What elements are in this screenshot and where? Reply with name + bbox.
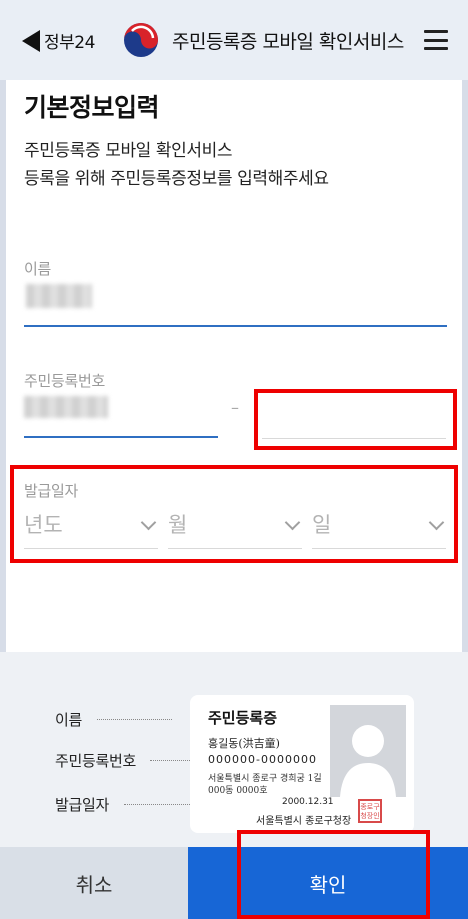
example-label-name: 이름: [55, 711, 83, 729]
card-issue-date: 2000.12.31: [282, 797, 334, 807]
menu-bar: [424, 38, 448, 42]
card-issuer: 서울특별시 종로구청장: [256, 816, 352, 827]
top-bar: 정부24 주민등록증 모바일 확인서비스: [0, 0, 468, 80]
back-arrow-icon: [22, 29, 40, 52]
hamburger-menu-icon[interactable]: [424, 30, 448, 50]
app-title: 주민등록증 모바일 확인서비스: [172, 31, 404, 53]
id-card-sample: 주민등록증 홍길동(洪吉童) 000000-0000000 서울특별시 종로구 …: [190, 695, 414, 833]
rrn-front-value-masked: [24, 396, 108, 418]
cancel-button[interactable]: 취소: [0, 847, 188, 919]
card-address-line-2: 000동 0000호: [208, 786, 268, 796]
card-title: 주민등록증: [208, 709, 278, 727]
card-name: 홍길동(洪吉童): [208, 737, 280, 750]
highlight-rrn-back: [254, 389, 457, 450]
description-line-1: 주민등록증 모바일 확인서비스: [24, 141, 233, 161]
seal-text: 종로구 청장인: [360, 803, 380, 820]
name-field[interactable]: [24, 325, 447, 327]
example-label-rrn: 주민등록번호: [55, 752, 137, 770]
highlight-issue-date: [10, 465, 458, 563]
rrn-front-field[interactable]: [24, 436, 218, 438]
taegeuk-emblem-icon: [124, 23, 158, 57]
card-address: 서울특별시 종로구 경희궁 1길 000동 0000호: [208, 773, 322, 797]
card-rrn: 000000-0000000: [208, 753, 317, 766]
page-description: 주민등록증 모바일 확인서비스 등록을 위해 주민등록증정보를 입력해주세요: [24, 137, 329, 193]
description-line-2: 등록을 위해 주민등록증정보를 입력해주세요: [24, 169, 329, 189]
photo-placeholder-icon: [330, 705, 406, 797]
name-field-value-masked: [26, 284, 92, 308]
rrn-separator: –: [231, 398, 239, 417]
highlight-confirm: [237, 830, 430, 919]
leader-line-name: [97, 719, 172, 720]
back-label: 정부24: [44, 33, 95, 53]
page-title: 기본정보입력: [24, 93, 160, 122]
name-label: 이름: [24, 260, 52, 278]
rrn-label: 주민등록번호: [24, 372, 106, 390]
example-label-issue-date: 발급일자: [55, 796, 110, 814]
card-address-line-1: 서울특별시 종로구 경희궁 1길: [208, 774, 322, 784]
back-button[interactable]: 정부24: [22, 28, 95, 53]
seal-stamp: 종로구 청장인: [358, 799, 382, 823]
menu-bar: [424, 47, 448, 50]
menu-bar: [424, 30, 448, 33]
